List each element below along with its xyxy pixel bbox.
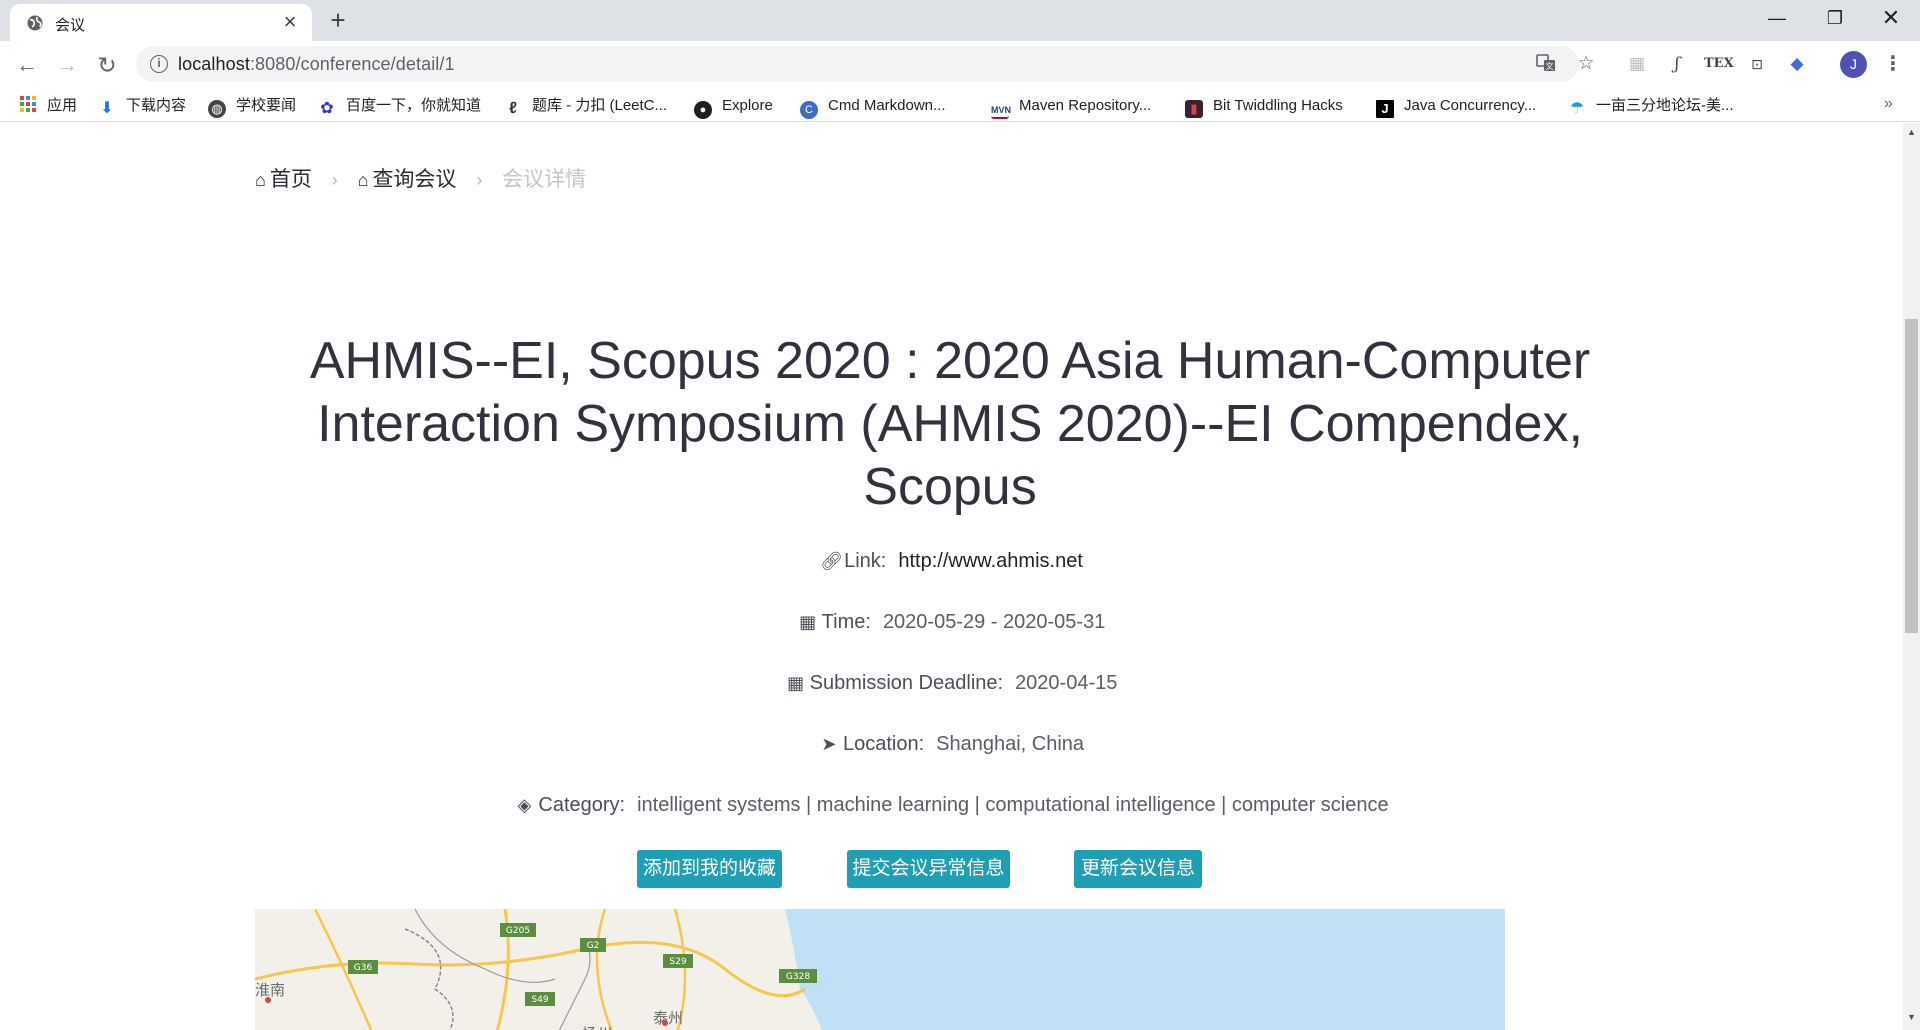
tex-extension-icon[interactable]: TEX [1704,51,1734,77]
scrollbar-thumb[interactable] [1905,319,1918,633]
update-info-button[interactable]: 更新会议信息 [1074,850,1202,888]
location-map[interactable]: G36 G205 G2 S29 G328 S49 淮南 扬州 泰州 [255,909,1505,1030]
profile-avatar[interactable]: J [1840,51,1867,78]
svg-text:G36: G36 [354,963,373,973]
browser-tab[interactable]: 会议 × [10,4,312,41]
browser-toolbar: ← → ↻ i localhost:8080/conference/detail… [0,41,1920,88]
cmd-markdown-icon: C [800,101,818,119]
breadcrumb-separator-icon: › [476,170,483,190]
bit-twiddling-icon: ▮ [1185,100,1203,118]
svg-text:S29: S29 [669,957,686,967]
reload-icon[interactable]: ↻ [91,49,123,81]
breadcrumb-query[interactable]: ⌂ 查询会议 [358,168,457,191]
home-icon: ⌂ [357,170,369,190]
highway-shield-g36: G36 [348,960,378,974]
conference-title: AHMIS--EI, Scopus 2020 : 2020 Asia Human… [309,332,1591,516]
address-bar[interactable]: i localhost:8080/conference/detail/1 文 ☆ [136,46,1595,82]
svg-text:G205: G205 [506,926,530,936]
highway-shield-s29: S29 [663,954,693,968]
map-canvas[interactable]: G36 G205 G2 S29 G328 S49 [255,909,1505,1030]
bookmark-java-concurrency[interactable]: J Java Concurrency... [1376,95,1536,118]
conference-time-row: ▦ Time: 2020-05-29 - 2020-05-31 [799,611,1106,633]
conference-deadline-row: ▦ Submission Deadline: 2020-04-15 [787,672,1118,694]
map-place-label: 扬州 [582,1023,612,1030]
bookmark-downloads[interactable]: ⬇ 下载内容 [98,95,186,117]
new-tab-button[interactable]: + [324,6,352,34]
leetcode-icon: ℓ [509,100,517,117]
action-buttons: 添加到我的收藏 提交会议异常信息 更新会议信息 [0,850,1903,888]
minimize-button[interactable]: — [1748,0,1806,36]
bookmark-star-icon[interactable]: ☆ [1575,53,1597,75]
graduation-cap-extension-icon[interactable]: ◆ [1784,51,1810,77]
conference-link[interactable]: http://www.ahmis.net [898,550,1083,572]
globe-favicon-icon [27,15,43,31]
download-icon: ⬇ [100,100,114,117]
highway-shield-g205: G205 [500,923,536,937]
tab-close-icon[interactable]: × [278,10,302,34]
apps-grid-icon [19,95,37,113]
map-place-label: 泰州 [653,1010,684,1027]
formula-extension-icon[interactable]: ʃ [1664,51,1690,77]
report-anomaly-button[interactable]: 提交会议异常信息 [847,850,1010,888]
bookmark-1point3acres[interactable]: ☂ 一亩三分地论坛-美... [1568,95,1734,117]
bookmarks-bar: 应用 ⬇ 下载内容 ◍ 学校要闻 ✿ 百度一下，你就知道 ℓ 题库 - 力扣 (Leet… [0,88,1920,122]
breadcrumb-current: 会议详情 [502,168,587,191]
conference-category-row: ◈ Category: intelligent systems | machine … [0,794,1903,817]
breadcrumb-separator-icon: › [331,170,338,190]
forward-arrow-icon[interactable]: → [51,49,83,81]
svg-text:G2: G2 [587,941,600,951]
bookmark-maven[interactable]: MVN Maven Repository... [991,95,1151,119]
bookmark-apps[interactable]: 应用 [19,95,77,117]
bookmark-baidu[interactable]: ✿ 百度一下，你就知道 [318,95,481,117]
globe-icon: ◍ [208,100,226,118]
java-j-icon: J [1376,100,1394,118]
bookmarks-overflow-icon[interactable]: » [1884,95,1893,113]
breadcrumb: ⌂ 首页 › ⌂ 查询会议 › 会议详情 [255,163,586,193]
calendar-icon: ▦ [799,612,817,632]
calendar-icon: ▦ [787,673,805,693]
breadcrumb-home[interactable]: ⌂ 首页 [255,168,312,191]
svg-text:S49: S49 [531,995,548,1005]
translate-icon[interactable]: 文 [1535,53,1557,75]
scroll-down-arrow-icon[interactable]: ▼ [1906,1012,1917,1022]
scroll-up-arrow-icon[interactable]: ▲ [1906,127,1917,137]
tab-title: 会议 [55,17,86,34]
svg-text:文: 文 [1546,61,1554,71]
github-icon: ● [694,101,712,119]
link-icon: 🔗︎ [820,551,843,571]
map-place-label: 淮南 [255,982,286,999]
highway-shield-g2: G2 [580,938,606,952]
baidu-paw-icon: ✿ [320,100,334,117]
terminal-extension-icon[interactable]: ⊡ [1744,51,1770,77]
1point3acres-icon: ☂ [1569,100,1585,117]
svg-text:G328: G328 [786,972,810,982]
back-arrow-icon[interactable]: ← [11,49,43,81]
bookmark-cmd-markdown[interactable]: C Cmd Markdown... [800,95,946,119]
conference-link-row: 🔗︎Link: http://www.ahmis.net [820,550,1083,572]
page-scrollbar[interactable]: ▲ ▼ [1903,123,1920,1030]
bookmark-bit-twiddling[interactable]: ▮ Bit Twiddling Hacks [1185,95,1343,118]
highway-shield-s49: S49 [525,992,555,1006]
site-info-icon[interactable]: i [150,55,168,73]
location-arrow-icon: ➤ [821,734,837,754]
mvn-icon: MVN [991,101,1011,119]
tab-strip: 会议 × + — ❐ ✕ [0,0,1920,41]
browser-menu-icon[interactable]: ⋮ [1880,51,1906,77]
restore-button[interactable]: ❐ [1806,0,1864,36]
bookmark-school-news[interactable]: ◍ 学校要闻 [208,95,296,118]
bookmark-github-explore[interactable]: ● Explore [694,95,773,119]
tag-icon: ◈ [517,795,532,815]
page-viewport: ⌂ 首页 › ⌂ 查询会议 › 会议详情 AHMIS--EI, Scopus 202… [0,123,1903,1030]
home-icon: ⌂ [255,170,266,190]
close-window-button[interactable]: ✕ [1862,0,1920,36]
bookmark-leetcode[interactable]: ℓ 题库 - 力扣 (LeetC... [504,95,667,117]
conference-location-row: ➤ Location: Shanghai, China [0,733,1903,756]
pocket-extension-icon[interactable]: ▦ [1624,51,1650,77]
add-favorite-button[interactable]: 添加到我的收藏 [637,850,782,888]
url-text[interactable]: localhost:8080/conference/detail/1 [178,54,455,75]
highway-shield-g328: G328 [779,969,817,983]
